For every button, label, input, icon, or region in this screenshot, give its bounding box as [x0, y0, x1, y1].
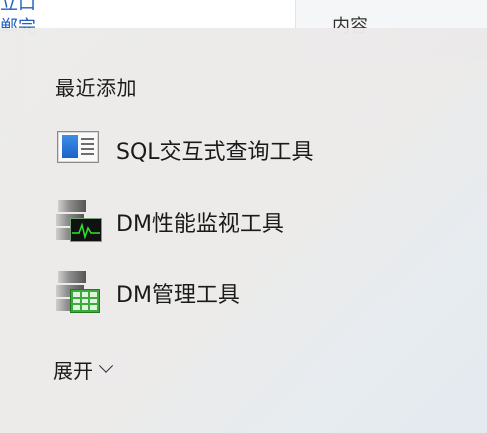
background-text-line[interactable]: 立口 — [0, 0, 36, 16]
management-tool-icon — [50, 267, 102, 319]
performance-monitor-icon — [50, 196, 102, 248]
expand-button[interactable]: 展开 — [53, 355, 114, 384]
app-label: SQL交互式查询工具 — [116, 140, 314, 165]
recently-added-heading: 最近添加 — [55, 76, 137, 100]
app-label: DM管理工具 — [116, 283, 240, 308]
app-item-sql-query-tool[interactable]: SQL交互式查询工具 — [50, 122, 430, 178]
app-label: DM性能监视工具 — [116, 212, 284, 237]
app-item-performance-monitor[interactable]: DM性能监视工具 — [50, 194, 430, 250]
expand-label: 展开 — [53, 359, 93, 383]
chevron-down-icon — [98, 358, 114, 373]
sql-query-tool-icon — [50, 124, 102, 176]
app-item-management-tool[interactable]: DM管理工具 — [50, 265, 430, 321]
